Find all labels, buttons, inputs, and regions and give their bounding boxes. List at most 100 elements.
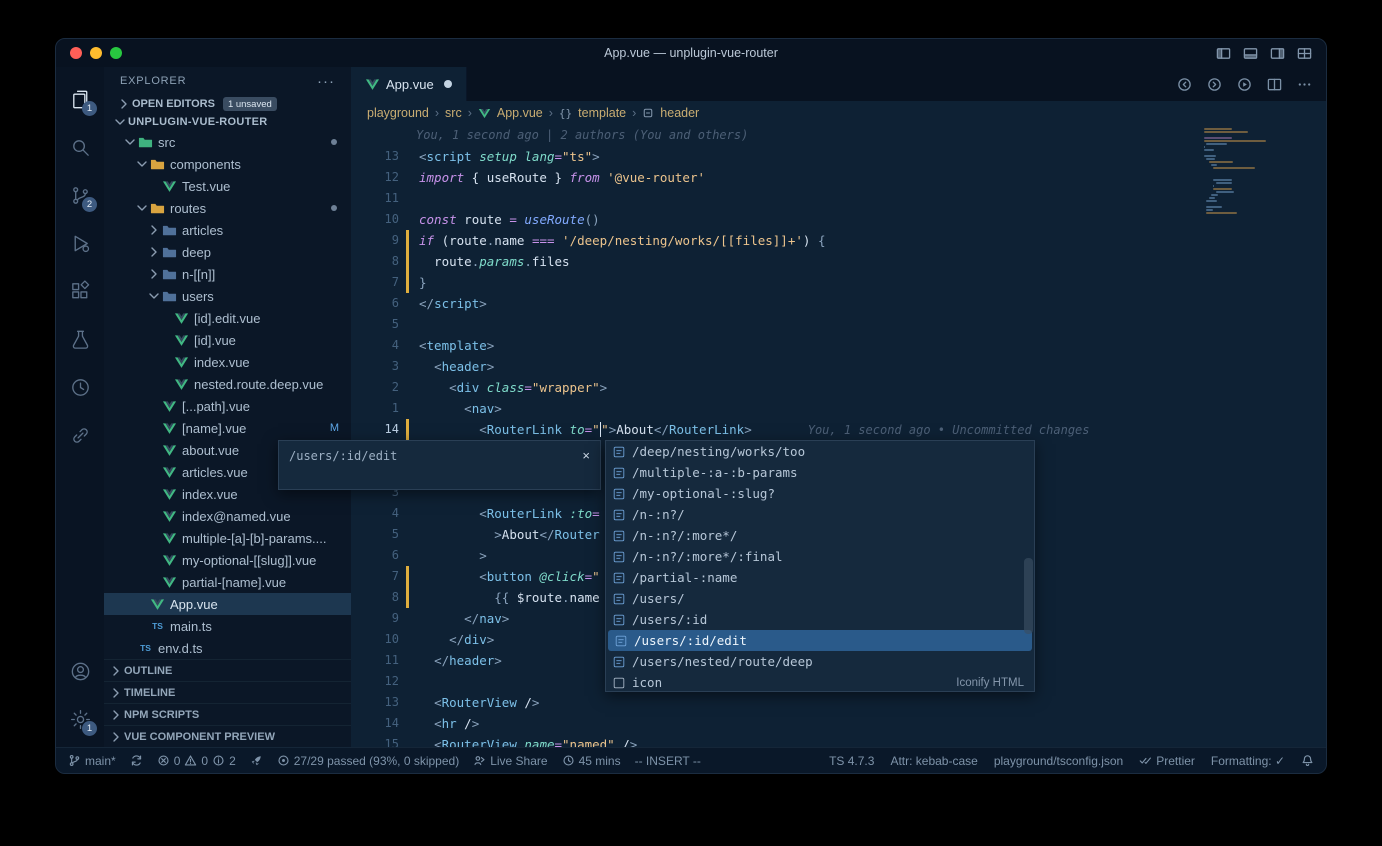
code-line-11[interactable]: 11 (351, 188, 1326, 209)
code-line-14[interactable]: 14 <RouterLink to="">About</RouterLink>Y… (351, 419, 1326, 440)
toggle-panel-icon[interactable] (1243, 46, 1258, 61)
timer-status[interactable]: 45 mins (562, 754, 621, 768)
ts-version-status[interactable]: TS 4.7.3 (829, 754, 874, 768)
test-results-status[interactable]: 27/29 passed (93%, 0 skipped) (277, 754, 459, 768)
activity-source-control[interactable]: 2 (56, 171, 104, 219)
code-line-5[interactable]: 5 (351, 314, 1326, 335)
tree-item-multiple-[a]-[b]-params....[interactable]: multiple-[a]-[b]-params.... (104, 527, 351, 549)
suggest-item-/users/:id/edit[interactable]: /users/:id/edit (608, 630, 1032, 651)
activity-live-share[interactable] (56, 411, 104, 459)
activity-explorer[interactable]: 1 (56, 75, 104, 123)
tree-item-articles[interactable]: articles (104, 219, 351, 241)
open-editors-header[interactable]: OPEN EDITORS 1 unsaved (104, 95, 351, 113)
close-window-button[interactable] (70, 47, 82, 59)
tree-item-index.vue[interactable]: index.vue (104, 351, 351, 373)
toggle-primary-sidebar-icon[interactable] (1216, 46, 1231, 61)
prettier-status[interactable]: Prettier (1139, 754, 1195, 768)
git-branch-status[interactable]: main* (68, 754, 116, 768)
notifications-status[interactable] (1301, 754, 1314, 767)
tree-item-env.d.ts[interactable]: TSenv.d.ts (104, 637, 351, 659)
formatting-status[interactable]: Formatting: ✓ (1211, 754, 1285, 768)
zoom-window-button[interactable] (110, 47, 122, 59)
suggest-item-/n-:n?/[interactable]: /n-:n?/ (606, 504, 1034, 525)
problems-status[interactable]: 0 0 2 (157, 754, 236, 768)
minimize-window-button[interactable] (90, 47, 102, 59)
suggest-item-/multiple-:a-:b-params[interactable]: /multiple-:a-:b-params (606, 462, 1034, 483)
tree-item-[id].edit.vue[interactable]: [id].edit.vue (104, 307, 351, 329)
code-line-6[interactable]: 6</script> (351, 293, 1326, 314)
tree-item-[name].vue[interactable]: [name].vueM (104, 417, 351, 439)
suggest-item-/n-:n?/:more*/:final[interactable]: /n-:n?/:more*/:final (606, 546, 1034, 567)
minimap[interactable] (1204, 128, 1312, 215)
breadcrumb-src[interactable]: src (445, 106, 462, 120)
section-vue-component-preview[interactable]: VUE COMPONENT PREVIEW (104, 725, 351, 747)
activity-time-tracker[interactable] (56, 363, 104, 411)
suggest-item-/n-:n?/:more*/[interactable]: /n-:n?/:more*/ (606, 525, 1034, 546)
breadcrumb-header[interactable]: header (660, 106, 699, 120)
tree-item-main.ts[interactable]: TSmain.ts (104, 615, 351, 637)
suggest-item-/my-optional-:slug?[interactable]: /my-optional-:slug? (606, 483, 1034, 504)
code-line-7[interactable]: 7} (351, 272, 1326, 293)
live-share-status[interactable]: Live Share (473, 754, 547, 768)
suggest-item-/users/:id[interactable]: /users/:id (606, 609, 1034, 630)
tree-item-routes[interactable]: routes (104, 197, 351, 219)
section-timeline[interactable]: TIMELINE (104, 681, 351, 703)
tree-item-Test.vue[interactable]: Test.vue (104, 175, 351, 197)
activity-testing[interactable] (56, 315, 104, 363)
tree-item-src[interactable]: src (104, 131, 351, 153)
tree-item-index@named.vue[interactable]: index@named.vue (104, 505, 351, 527)
suggest-item-icon[interactable]: iconIconify HTML (606, 672, 1034, 692)
code-line-15[interactable]: 15 <RouterView name="named" /> (351, 734, 1326, 747)
sync-status[interactable] (130, 754, 143, 767)
tree-item-deep[interactable]: deep (104, 241, 351, 263)
unsaved-dot[interactable] (444, 80, 452, 88)
activity-extensions[interactable] (56, 267, 104, 315)
activity-search[interactable] (56, 123, 104, 171)
customize-layout-icon[interactable] (1297, 46, 1312, 61)
tree-item-my-optional-[[slug]].vue[interactable]: my-optional-[[slug]].vue (104, 549, 351, 571)
attr-case-status[interactable]: Attr: kebab-case (890, 754, 977, 768)
tree-item-App.vue[interactable]: App.vue (104, 593, 351, 615)
tsconfig-status[interactable]: playground/tsconfig.json (994, 754, 1123, 768)
navigate-forward-icon[interactable] (1207, 77, 1222, 92)
code-line-2[interactable]: 2 <div class="wrapper"> (351, 377, 1326, 398)
suggest-item-/deep/nesting/works/too[interactable]: /deep/nesting/works/too (606, 441, 1034, 462)
account-button[interactable] (56, 647, 104, 695)
launch-status[interactable] (250, 754, 263, 767)
tree-item-nested.route.deep.vue[interactable]: nested.route.deep.vue (104, 373, 351, 395)
project-root-header[interactable]: UNPLUGIN-VUE-ROUTER (104, 113, 351, 131)
suggest-item-/users/[interactable]: /users/ (606, 588, 1034, 609)
tree-item-[...path].vue[interactable]: [...path].vue (104, 395, 351, 417)
breadcrumb-app-vue[interactable]: App.vue (497, 106, 543, 120)
run-file-icon[interactable] (1237, 77, 1252, 92)
suggest-scrollbar[interactable] (1024, 558, 1033, 634)
code-line-4[interactable]: 4<template> (351, 335, 1326, 356)
tree-item-components[interactable]: components (104, 153, 351, 175)
tree-item-users[interactable]: users (104, 285, 351, 307)
tab-app-vue[interactable]: App.vue (351, 67, 467, 101)
suggest-item-/partial-:name[interactable]: /partial-:name (606, 567, 1034, 588)
code-line-9[interactable]: 9if (route.name === '/deep/nesting/works… (351, 230, 1326, 251)
close-icon[interactable]: × (582, 449, 590, 462)
toggle-secondary-sidebar-icon[interactable] (1270, 46, 1285, 61)
more-actions-icon[interactable] (1297, 77, 1312, 92)
code-line-10[interactable]: 10const route = useRoute() (351, 209, 1326, 230)
breadcrumb-playground[interactable]: playground (367, 106, 429, 120)
code-line-3[interactable]: 3 <header> (351, 356, 1326, 377)
code-line-8[interactable]: 8 route.params.files (351, 251, 1326, 272)
activity-run-debug[interactable] (56, 219, 104, 267)
tree-item-n-[[n]][interactable]: n-[[n]] (104, 263, 351, 285)
suggest-item-/users/nested/route/deep[interactable]: /users/nested/route/deep (606, 651, 1034, 672)
settings-button[interactable]: 1 (56, 695, 104, 743)
code-line-13[interactable]: 13<script setup lang="ts"> (351, 146, 1326, 167)
code-line-13[interactable]: 13 <RouterView /> (351, 692, 1326, 713)
split-editor-icon[interactable] (1267, 77, 1282, 92)
vim-mode-status[interactable]: -- INSERT -- (635, 754, 701, 768)
navigate-back-icon[interactable] (1177, 77, 1192, 92)
breadcrumb-template[interactable]: template (578, 106, 626, 120)
code-line-12[interactable]: 12import { useRoute } from '@vue-router' (351, 167, 1326, 188)
tree-item-[id].vue[interactable]: [id].vue (104, 329, 351, 351)
section-outline[interactable]: OUTLINE (104, 659, 351, 681)
code-line-14[interactable]: 14 <hr /> (351, 713, 1326, 734)
tree-item-partial-[name].vue[interactable]: partial-[name].vue (104, 571, 351, 593)
